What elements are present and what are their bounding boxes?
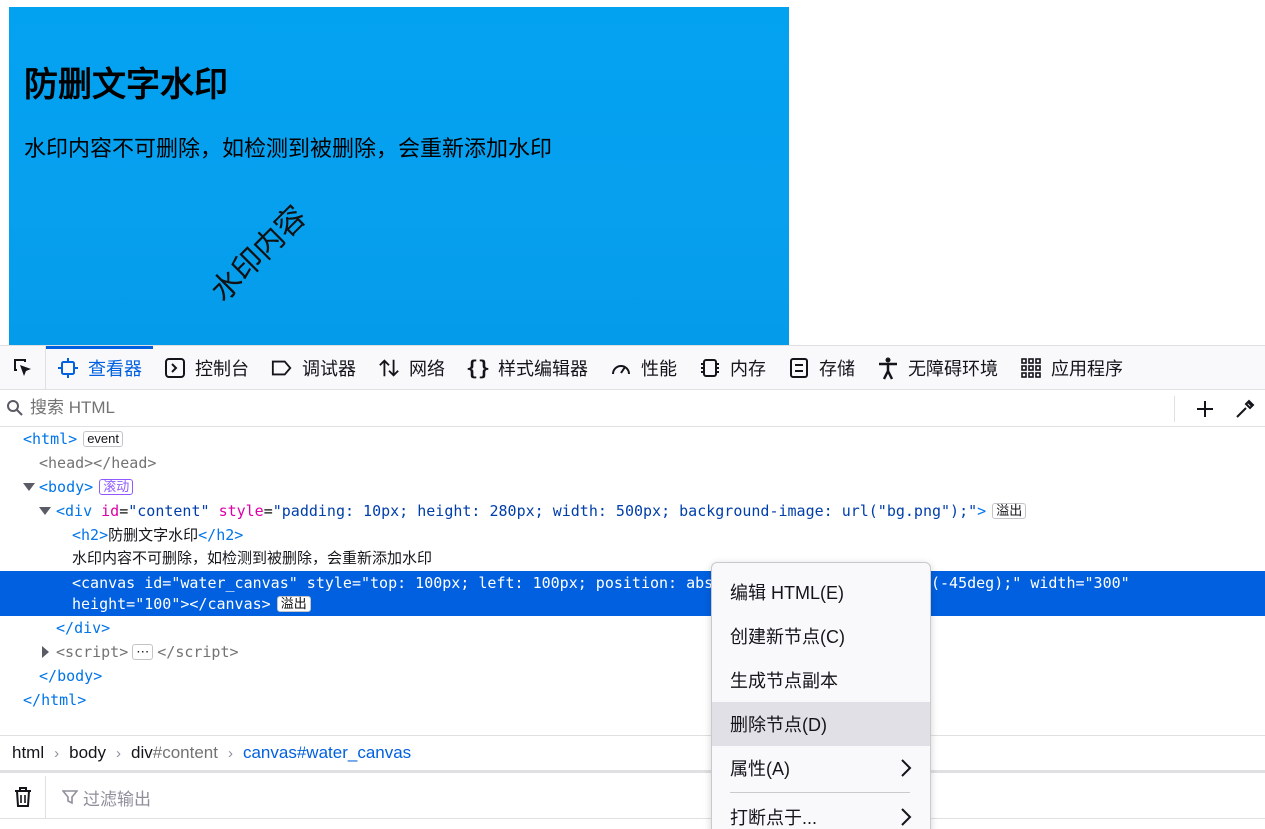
tab-debugger[interactable]: 调试器 — [260, 346, 367, 390]
tab-label: 无障碍环境 — [908, 358, 998, 380]
watermark-canvas: 水印内容 — [204, 199, 314, 309]
chevron-right-icon: › — [227, 744, 233, 762]
scroll-badge[interactable]: 滚动 — [99, 479, 134, 495]
breadcrumb-canvas[interactable]: canvas#water_canvas — [243, 743, 411, 763]
tab-label: 查看器 — [88, 358, 142, 380]
tab-label: 控制台 — [195, 358, 249, 380]
tree-node-h2[interactable]: <h2>防删文字水印</h2> — [72, 523, 243, 547]
tab-application[interactable]: 应用程序 — [1009, 346, 1134, 390]
tree-node-script[interactable]: <script> ⋯ </script> — [56, 640, 239, 664]
tree-node-html[interactable]: <html> event — [23, 427, 123, 451]
breadcrumb-html[interactable]: html — [12, 743, 44, 763]
tree-node-html-close[interactable]: </html> — [23, 688, 86, 712]
canvas-line-2: height="100"></canvas> 溢出 — [72, 592, 311, 616]
breadcrumb: html › body › div#content › canvas#water… — [0, 735, 1265, 773]
search-html-input[interactable] — [30, 398, 1150, 418]
inspector-icon — [57, 357, 79, 379]
tab-label: 网络 — [409, 358, 445, 380]
breadcrumb-body[interactable]: body — [69, 743, 106, 763]
tab-label: 性能 — [641, 358, 677, 380]
page-paragraph: 水印内容不可删除，如检测到被删除，会重新添加水印 — [24, 137, 553, 162]
breadcrumb-div-content[interactable]: div#content — [131, 743, 218, 763]
menu-item-attributes[interactable]: 属性(A) — [712, 746, 930, 790]
element-picker-button[interactable] — [0, 345, 46, 390]
tab-memory[interactable]: 内存 — [688, 346, 777, 390]
tree-node-text[interactable]: 水印内容不可删除，如检测到被删除，会重新添加水印 — [72, 547, 432, 571]
overflow-badge[interactable]: 溢出 — [992, 503, 1027, 519]
menu-separator — [730, 792, 910, 793]
chevron-right-icon — [901, 759, 912, 777]
performance-icon — [610, 357, 632, 379]
tab-performance[interactable]: 性能 — [599, 346, 688, 390]
menu-item-edit-html[interactable]: 编辑 HTML(E) — [712, 570, 930, 614]
filter-output-field[interactable]: 过滤输出 — [46, 785, 151, 810]
collapse-arrow-icon[interactable] — [42, 646, 50, 658]
tree-node-canvas-selected[interactable]: <canvas id="water_canvas" style="top: 10… — [0, 571, 1265, 616]
accessibility-icon — [877, 357, 899, 380]
html-search-bar — [0, 390, 1265, 427]
tree-node-body-close[interactable]: </body> — [39, 664, 102, 688]
chevron-right-icon: › — [116, 744, 121, 762]
expand-arrow-icon[interactable] — [23, 483, 35, 493]
tab-label: 应用程序 — [1051, 358, 1123, 380]
tab-console[interactable]: 控制台 — [153, 346, 260, 390]
tab-network[interactable]: 网络 — [367, 346, 456, 390]
markup-tree: <html> event <head></head> <body> 滚动 <div … — [0, 427, 1265, 735]
network-icon — [378, 357, 400, 379]
tab-label: 存储 — [819, 358, 855, 380]
menu-item-delete-node[interactable]: 删除节点(D) — [712, 702, 930, 746]
page-preview: 防删文字水印 水印内容不可删除，如检测到被删除，会重新添加水印 水印内容 — [9, 7, 789, 345]
tab-label: 内存 — [730, 358, 766, 380]
tab-label: 调试器 — [302, 358, 356, 380]
page-heading: 防删文字水印 — [24, 65, 228, 105]
tab-label: 样式编辑器 — [498, 358, 588, 380]
eyedropper-button[interactable] — [1225, 391, 1265, 427]
eyedropper-icon — [1236, 399, 1255, 418]
overflow-badge[interactable]: 溢出 — [276, 596, 311, 612]
tab-accessibility[interactable]: 无障碍环境 — [866, 346, 1009, 390]
style-editor-icon: {} — [465, 355, 491, 380]
memory-icon — [699, 357, 721, 379]
tree-node-body[interactable]: <body> 滚动 — [39, 475, 134, 499]
storage-icon — [788, 357, 810, 379]
console-toolbar: 过滤输出 — [0, 775, 1265, 819]
application-icon — [1020, 357, 1042, 379]
menu-item-create-node[interactable]: 创建新节点(C) — [712, 614, 930, 658]
ellipsis-badge[interactable]: ⋯ — [132, 644, 154, 660]
plus-icon — [1197, 400, 1213, 417]
event-badge[interactable]: event — [83, 431, 123, 447]
tab-inspector[interactable]: 查看器 — [46, 345, 153, 390]
trash-icon — [14, 787, 31, 807]
clear-console-button[interactable] — [0, 775, 46, 819]
tree-node-div-content[interactable]: <div id="content" style="padding: 10px; … — [56, 499, 1027, 523]
tab-storage[interactable]: 存储 — [777, 346, 866, 390]
debugger-icon — [271, 357, 293, 379]
devtools-toolbar: 查看器 控制台 调试器 网络 {} 样式编辑器 性能 内存 存储 无障碍环境 应… — [0, 345, 1265, 390]
toolbar-divider — [1174, 395, 1175, 422]
console-icon — [164, 357, 186, 379]
tree-node-div-close[interactable]: </div> — [56, 616, 110, 640]
filter-icon — [62, 790, 78, 805]
chevron-right-icon — [901, 808, 912, 826]
context-menu: 编辑 HTML(E) 创建新节点(C) 生成节点副本 删除节点(D) 属性(A)… — [711, 562, 931, 829]
chevron-right-icon: › — [54, 744, 60, 762]
expand-arrow-icon[interactable] — [39, 507, 51, 517]
tab-style-editor[interactable]: {} 样式编辑器 — [456, 346, 599, 390]
canvas-line-1-tail: (-45deg);" width="300" — [931, 574, 1130, 592]
menu-item-duplicate-node[interactable]: 生成节点副本 — [712, 658, 930, 702]
element-picker-icon — [13, 358, 31, 376]
search-icon — [0, 399, 30, 417]
tree-node-head[interactable]: <head></head> — [39, 451, 156, 475]
add-node-button[interactable] — [1185, 391, 1225, 427]
menu-item-break-on[interactable]: 打断点于... — [712, 795, 930, 829]
